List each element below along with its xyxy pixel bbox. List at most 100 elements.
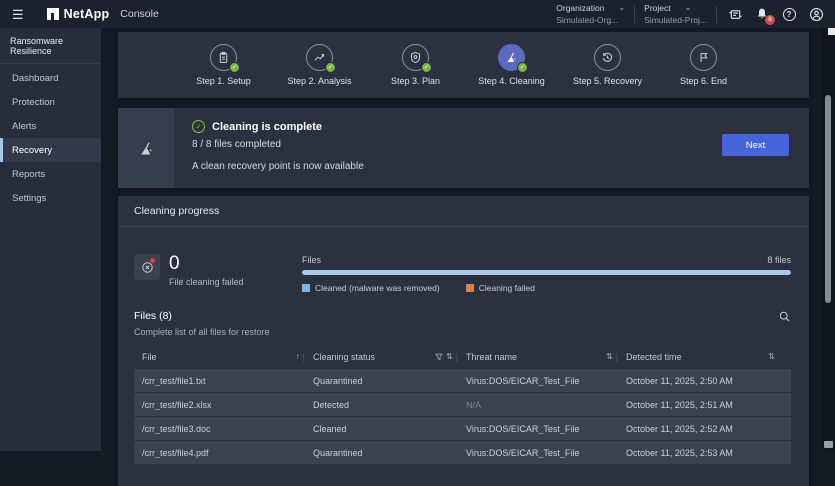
finish-flag-icon [697, 51, 710, 64]
divider [716, 6, 717, 23]
sidebar-item-settings[interactable]: Settings [0, 186, 101, 210]
files-table: File ↑ | Cleaning status ⇅ | Threat name [118, 348, 809, 464]
divider [634, 6, 635, 23]
column-header-detected-time[interactable]: Detected time ⇅ [626, 352, 783, 362]
scrollbar-top-marker [828, 28, 835, 35]
organization-selector[interactable]: Organization ⌄ Simulated-Org... [556, 3, 625, 25]
table-body: /crr_test/file1.txt Quarantined Virus:DO… [134, 369, 791, 464]
failed-count: 0 [169, 254, 244, 273]
step-complete-check-icon: ✓ [325, 62, 336, 73]
step-complete-check-icon: ✓ [421, 62, 432, 73]
legend-failed-label: Cleaning failed [479, 283, 535, 293]
table-header-row: File ↑ | Cleaning status ⇅ | Threat name [134, 348, 791, 365]
column-header-file[interactable]: File ↑ | [142, 352, 313, 362]
sidebar-item-dashboard[interactable]: Dashboard [0, 66, 101, 90]
step-1-setup[interactable]: ✓ Step 1. Setup [181, 44, 267, 86]
sort-icon[interactable]: ⇅ [606, 352, 613, 361]
hamburger-menu-icon[interactable]: ☰ [12, 8, 24, 21]
brand-name: NetApp [64, 7, 110, 21]
project-value: Simulated-Proj... [644, 15, 707, 25]
cleaning-progress-bar [302, 270, 791, 275]
workloads-switcher-icon[interactable] [726, 5, 744, 23]
legend-failed-swatch [466, 284, 474, 292]
failed-label: File cleaning failed [169, 277, 244, 287]
clipboard-icon [217, 51, 230, 64]
legend-cleaned-swatch [302, 284, 310, 292]
topbar-right: Organization ⌄ Simulated-Org... Project … [556, 0, 835, 28]
failed-files-stat: 0 File cleaning failed [134, 254, 302, 293]
organization-value: Simulated-Org... [556, 15, 625, 25]
table-row[interactable]: /crr_test/file4.pdf Quarantined Virus:DO… [134, 441, 791, 464]
vertical-scrollbar-thumb[interactable] [825, 95, 831, 303]
files-progress: Files 8 files Cleaned (malware was remov… [302, 254, 791, 293]
step-6-end[interactable]: Step 6. End [661, 44, 747, 86]
progress-panel-title: Cleaning progress [118, 196, 809, 227]
cleaning-complete-banner: ✓ Cleaning is complete 8 / 8 files compl… [118, 108, 809, 188]
search-icon[interactable] [778, 310, 791, 328]
cleaning-progress-panel: Cleaning progress 0 File cleaning failed… [118, 196, 809, 486]
project-label: Project [644, 3, 670, 13]
netapp-logo: NetApp [47, 7, 110, 21]
sidebar-item-protection[interactable]: Protection [0, 90, 101, 114]
filter-funnel-icon[interactable] [435, 353, 443, 361]
sort-icon[interactable]: ⇅ [768, 352, 775, 361]
alert-dot [150, 258, 155, 263]
selected-indicator [0, 138, 3, 162]
files-section-header: Files (8) Complete list of all files for… [118, 310, 809, 337]
resize-grip[interactable] [824, 441, 833, 448]
top-bar: ☰ NetApp Console Organization ⌄ Simulate… [0, 0, 835, 28]
table-row[interactable]: /crr_test/file1.txt Quarantined Virus:DO… [134, 369, 791, 392]
step-complete-check-icon: ✓ [229, 62, 240, 73]
banner-body: ✓ Cleaning is complete 8 / 8 files compl… [174, 108, 809, 188]
vertical-scrollbar-track[interactable] [821, 28, 835, 451]
files-section-title: Files (8) [134, 310, 791, 322]
app-name: Console [120, 8, 159, 20]
workflow-steps-panel: ✓ Step 1. Setup ✓ Step 2. Analysis ✓ Ste… [118, 32, 809, 98]
table-row[interactable]: /crr_test/file3.doc Cleaned Virus:DOS/EI… [134, 417, 791, 440]
file-failed-icon [134, 254, 160, 280]
progress-stats: 0 File cleaning failed Files 8 files Cle… [118, 254, 809, 293]
files-label: Files [302, 255, 321, 265]
step-4-cleaning[interactable]: ✓ Step 4. Cleaning [469, 44, 555, 86]
sort-asc-icon[interactable]: ↑ [296, 352, 300, 361]
legend-cleaned-label: Cleaned (malware was removed) [315, 283, 440, 293]
project-selector[interactable]: Project ⌄ Simulated-Proj... [644, 3, 707, 25]
trend-chart-icon [313, 51, 326, 64]
account-avatar-icon[interactable] [807, 5, 825, 23]
files-completed-text: 8 / 8 files completed [192, 139, 809, 150]
broom-icon [138, 140, 155, 157]
banner-icon-box [118, 108, 174, 188]
step-2-analysis[interactable]: ✓ Step 2. Analysis [277, 44, 363, 86]
sort-icon[interactable]: ⇅ [446, 352, 453, 361]
progress-legend: Cleaned (malware was removed) Cleaning f… [302, 283, 791, 293]
netapp-logo-mark-icon [47, 8, 59, 20]
progress-bar-fill [302, 270, 791, 275]
broom-icon [505, 51, 518, 64]
recovery-point-message: A clean recovery point is now available [192, 161, 809, 172]
sidebar-item-reports[interactable]: Reports [0, 162, 101, 186]
restore-clock-icon [601, 51, 614, 64]
sidebar-item-alerts[interactable]: Alerts [0, 114, 101, 138]
table-row[interactable]: /crr_test/file2.xlsx Detected N/A Octobe… [134, 393, 791, 416]
help-icon[interactable]: ? [780, 5, 798, 23]
files-total: 8 files [767, 255, 791, 265]
shield-gear-icon [409, 51, 422, 64]
notification-count-badge: 8 [765, 15, 775, 25]
notifications-bell-icon[interactable]: 8 [753, 5, 771, 23]
step-complete-check-icon: ✓ [517, 62, 528, 73]
banner-title: Cleaning is complete [212, 121, 322, 133]
sidebar-title: Ransomware Resilience [0, 28, 101, 64]
step-5-recovery[interactable]: Step 5. Recovery [565, 44, 651, 86]
sidebar: Ransomware Resilience Dashboard Protecti… [0, 28, 101, 451]
next-button[interactable]: Next [722, 134, 789, 156]
chevron-down-icon: ⌄ [685, 6, 692, 10]
files-section-subtitle: Complete list of all files for restore [134, 327, 791, 337]
step-3-plan[interactable]: ✓ Step 3. Plan [373, 44, 459, 86]
organization-label: Organization [556, 3, 604, 13]
column-header-cleaning-status[interactable]: Cleaning status ⇅ | [313, 352, 466, 362]
column-header-threat-name[interactable]: Threat name ⇅ | [466, 352, 626, 362]
sidebar-item-recovery[interactable]: Recovery [0, 138, 101, 162]
success-check-icon: ✓ [192, 120, 205, 133]
chevron-down-icon: ⌄ [618, 6, 625, 10]
sidebar-nav: Dashboard Protection Alerts Recovery Rep… [0, 66, 101, 210]
